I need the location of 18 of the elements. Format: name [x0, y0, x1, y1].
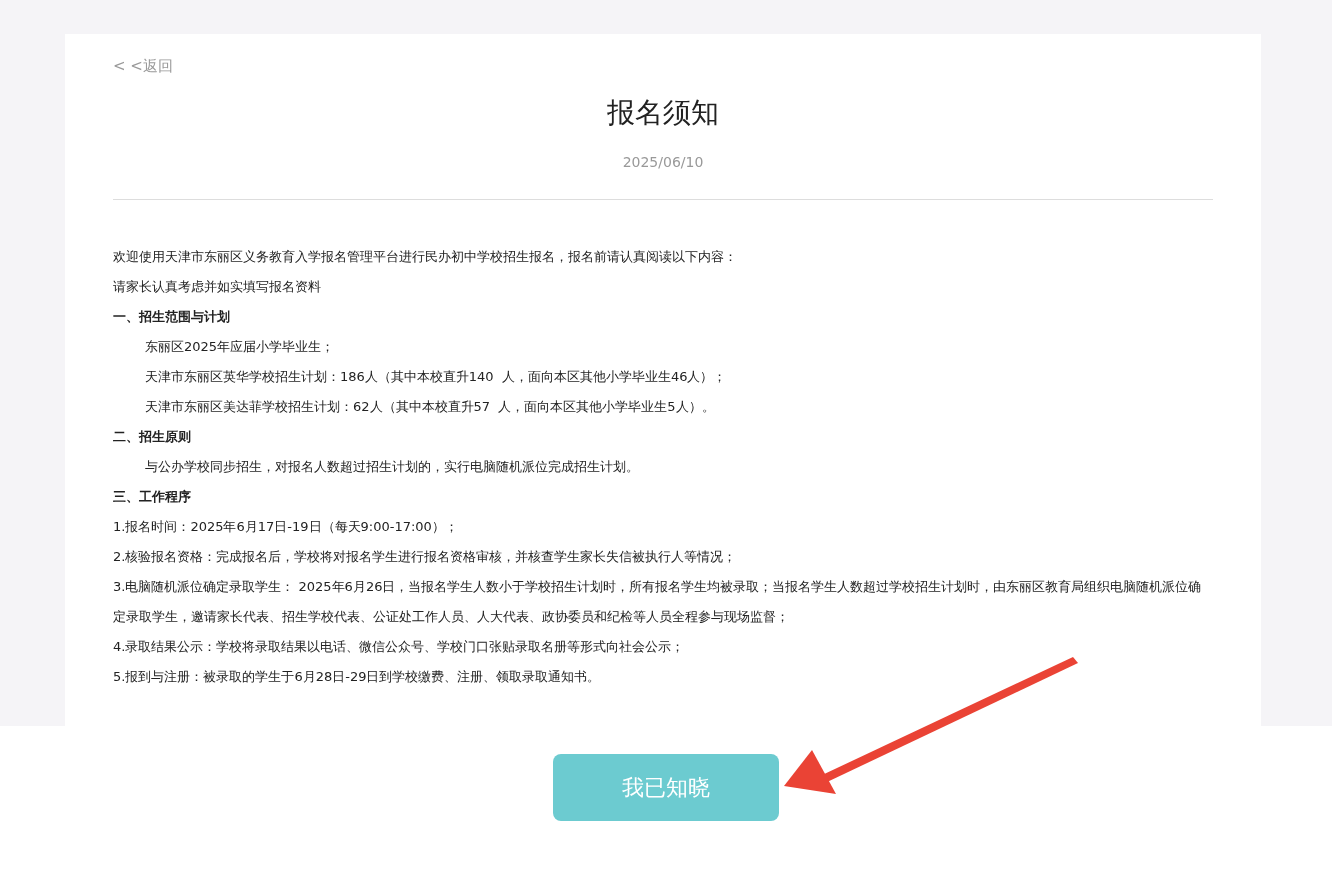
section-heading: 一、招生范围与计划: [113, 308, 231, 326]
back-link[interactable]: < <返回: [113, 57, 173, 76]
publish-date: 2025/06/10: [621, 154, 705, 170]
paragraph: 5.报到与注册：被录取的学生于6月28日-29日到学校缴费、注册、领取录取通知书。: [113, 668, 602, 686]
paragraph: 2.核验报名资格：完成报名后，学校将对报名学生进行报名资格审核，并核查学生家长失信被执行人等情况；: [113, 548, 738, 566]
section-heading: 二、招生原则: [113, 428, 192, 446]
page-title: 报名须知: [606, 95, 720, 131]
paragraph: 欢迎使用天津市东丽区义务教育入学报名管理平台进行民办初中学校招生报名，报名前请认真阅读以下内容：: [113, 248, 738, 266]
indented-paragraph: 东丽区2025年应届小学毕业生；: [144, 338, 336, 356]
indented-paragraph: 与公办学校同步招生，对报名人数超过招生计划的，实行电脑随机派位完成招生计划。: [144, 458, 640, 476]
indented-paragraph: 天津市东丽区美达菲学校招生计划：62人（其中本校直升57 人，面向本区其他小学毕业生5人）。: [144, 398, 716, 416]
paragraph: 1.报名时间：2025年6月17日-19日（每天9:00-17:00）；: [113, 518, 459, 536]
indented-paragraph: 天津市东丽区英华学校招生计划：186人（其中本校直升140 人，面向本区其他小学毕业生46人）；: [144, 368, 728, 386]
paragraph: 请家长认真考虑并如实填写报名资料: [113, 278, 322, 296]
confirm-button[interactable]: 我已知晓: [553, 754, 779, 821]
section-heading: 三、工作程序: [113, 488, 192, 506]
paragraph: 4.录取结果公示：学校将录取结果以电话、微信公众号、学校门口张贴录取名册等形式向社会公示；: [113, 638, 686, 656]
paragraph: 3.电脑随机派位确定录取学生： 2025年6月26日，当报名学生人数小于学校招生计划时，所有报名学生均被录取；当报名学生人数超过学校招生计划时，由东丽区教育局组织电脑随机派位确定录取学生，邀请家长代表、招生学校代表、公证处工作人员、人大代表、政协委员和纪检等人员全程参与现场监督；: [113, 578, 1203, 626]
